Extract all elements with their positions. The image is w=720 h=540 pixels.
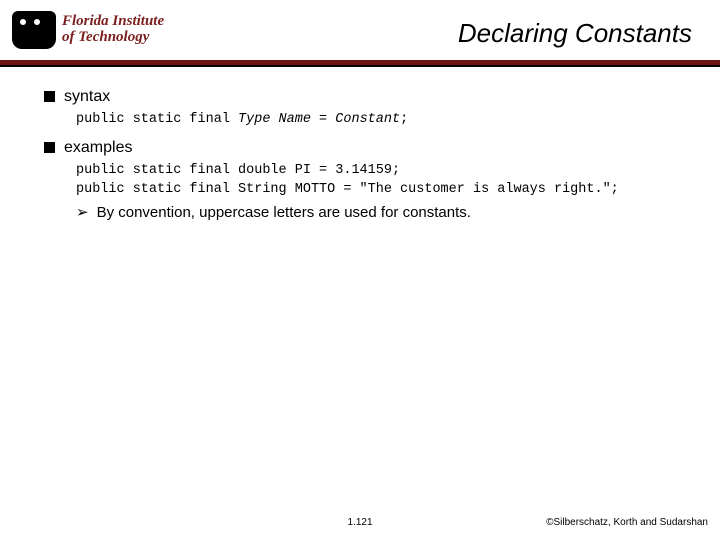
bullet-examples: examples [44, 139, 696, 157]
syntax-prefix: public static final [76, 112, 238, 127]
bullet-syntax: syntax [44, 88, 696, 106]
syntax-semi: ; [400, 112, 408, 127]
page-title: Declaring Constants [458, 18, 692, 49]
slide: Florida Institute of Technology Declarin… [0, 0, 720, 540]
header: Florida Institute of Technology Declarin… [0, 0, 720, 64]
syntax-const: Constant [335, 112, 400, 127]
logo-line2: of Technology [62, 29, 149, 45]
examples-label: examples [64, 139, 132, 156]
content: syntax public static final Type Name = C… [44, 88, 696, 221]
syntax-type: Type Name [238, 112, 311, 127]
logo: Florida Institute of Technology [12, 6, 182, 54]
syntax-eq: = [311, 112, 335, 127]
square-bullet-icon [44, 142, 55, 153]
syntax-line: public static final Type Name = Constant… [76, 112, 696, 127]
example-2: public static final String MOTTO = "The … [76, 182, 696, 197]
note-text: By convention, uppercase letters are use… [97, 204, 471, 221]
arrow-icon: ➢ [76, 203, 89, 221]
title-bar [0, 60, 720, 65]
note-line: ➢ By convention, uppercase letters are us… [44, 203, 696, 221]
example-1: public static final double PI = 3.14159; [76, 163, 696, 178]
logo-text: Florida Institute of Technology [62, 14, 164, 46]
panther-icon [12, 11, 56, 49]
syntax-label: syntax [64, 88, 110, 105]
logo-line1: Florida Institute [62, 13, 164, 29]
square-bullet-icon [44, 91, 55, 102]
footer-copyright: ©Silberschatz, Korth and Sudarshan [546, 517, 708, 528]
